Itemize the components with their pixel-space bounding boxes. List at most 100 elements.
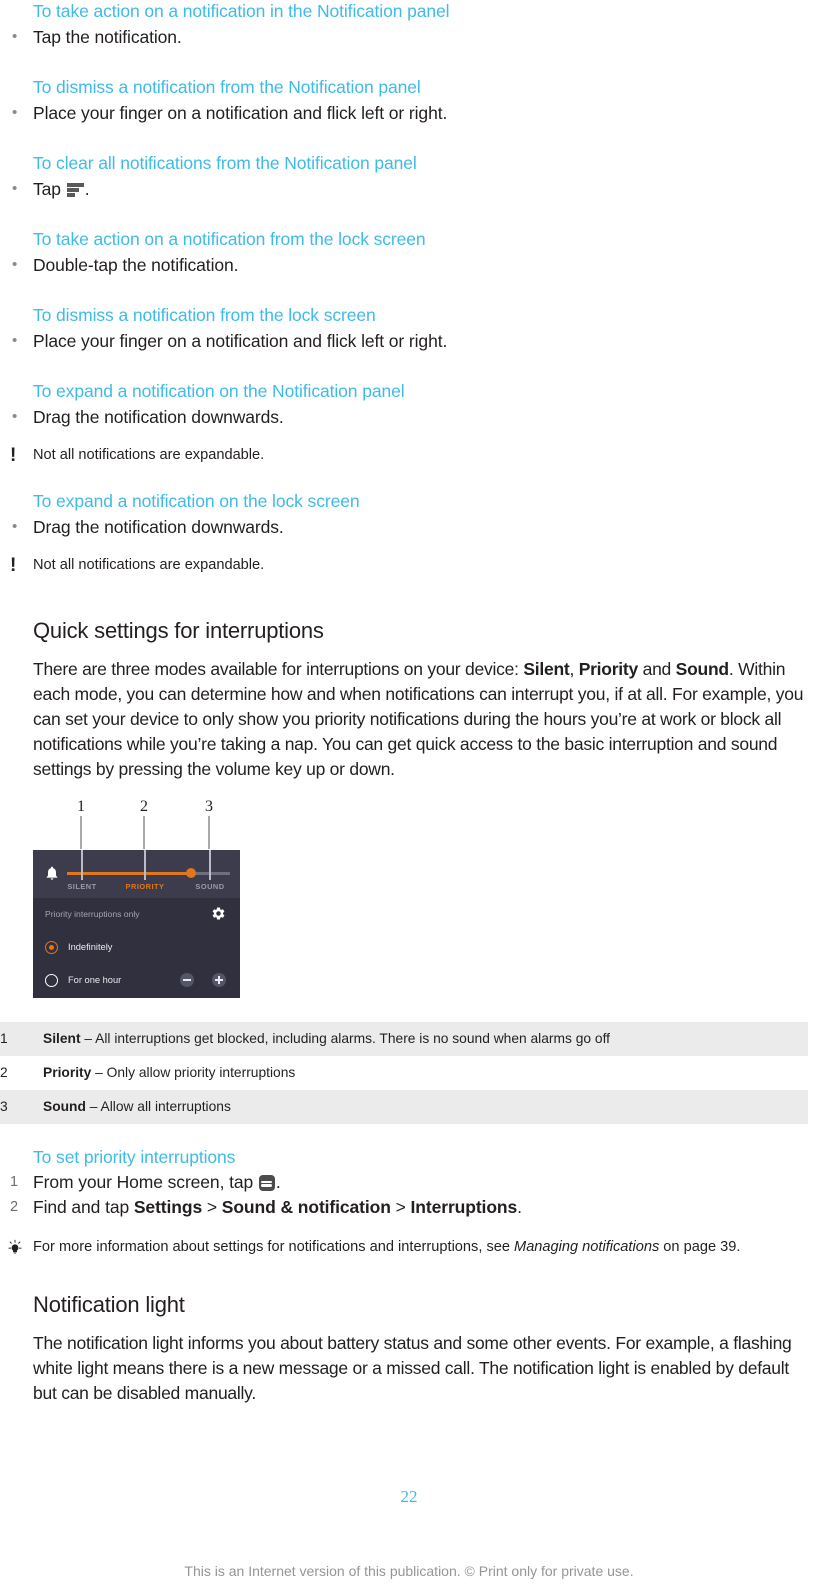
mode-label-silent[interactable]: SILENT xyxy=(67,882,96,891)
priority-summary-row: Priority interruptions only xyxy=(33,898,240,932)
procedure-title: To set priority interruptions xyxy=(33,1147,236,1167)
row-desc-text: – All interruptions get blocked, includi… xyxy=(80,1031,611,1046)
radio-indefinitely[interactable] xyxy=(45,941,58,954)
exclamation-icon: ! xyxy=(10,445,17,466)
procedure-dismiss-lock: To dismiss a notification from the lock … xyxy=(0,304,808,354)
minus-circle-icon[interactable] xyxy=(180,973,194,987)
procedure-expand-lock: To expand a notification on the lock scr… xyxy=(0,490,808,578)
interruption-slider-track[interactable] xyxy=(67,868,230,879)
table-row: 1 Silent – All interruptions get blocked… xyxy=(0,1022,808,1056)
mode-label-sound[interactable]: SOUND xyxy=(195,882,224,891)
bullet-marker: • xyxy=(12,408,18,425)
bullet-marker: • xyxy=(12,518,18,535)
row-desc-text: – Allow all interruptions xyxy=(85,1099,231,1114)
callout-guide-3 xyxy=(209,850,211,880)
interruption-slider-knob[interactable] xyxy=(185,868,196,879)
document-page: To take action on a notification in the … xyxy=(0,0,818,1590)
menu-interruptions: Interruptions xyxy=(410,1197,518,1217)
bullet-item: • Tap . xyxy=(0,176,808,202)
bullet-marker: • xyxy=(12,104,18,121)
callout-guide-1 xyxy=(81,850,83,880)
bullet-text: Double-tap the notification. xyxy=(33,255,239,275)
exclamation-icon: ! xyxy=(10,555,17,576)
footer-note: This is an Internet version of this publ… xyxy=(184,1563,634,1579)
mode-label-priority[interactable]: PRIORITY xyxy=(126,882,165,891)
mode-labels: SILENT PRIORITY SOUND xyxy=(33,882,240,894)
radio-for-one-hour[interactable] xyxy=(45,974,58,987)
callout-leader-line xyxy=(208,816,210,849)
step-text: From your Home screen, tap . xyxy=(33,1170,281,1195)
legend-table: 1 Silent – All interruptions get blocked… xyxy=(0,1022,808,1124)
numbered-step-2: 2 Find and tap Settings > Sound & notifi… xyxy=(0,1195,808,1220)
procedure-expand-panel: To expand a notification on the Notifica… xyxy=(0,380,808,468)
tip-text: For more information about settings for … xyxy=(33,1236,740,1258)
bell-icon xyxy=(46,866,58,880)
interruption-options-panel: Priority interruptions only Indefinitely… xyxy=(33,898,240,998)
menu-sound-notification: Sound & notification xyxy=(221,1197,391,1217)
row-number: 2 xyxy=(0,1065,8,1080)
menu-separator: > xyxy=(390,1197,411,1217)
notification-light-body: The notification light informs you about… xyxy=(33,1333,792,1403)
bullet-text: Drag the notification downwards. xyxy=(33,407,284,427)
mode-sound: Sound xyxy=(675,659,729,679)
option-indefinitely[interactable]: Indefinitely xyxy=(33,932,240,965)
procedure-take-action-lock: To take action on a notification from th… xyxy=(0,228,808,278)
body-part: There are three modes available for inte… xyxy=(33,659,524,679)
procedure-title: To dismiss a notification from the lock … xyxy=(33,305,376,325)
bullet-text-suffix: . xyxy=(84,179,90,199)
bullet-item: • Place your finger on a notification an… xyxy=(0,328,808,354)
note-block: ! Not all notifications are expandable. xyxy=(0,554,808,578)
plus-circle-icon[interactable] xyxy=(212,973,226,987)
row-description: Priority – Only allow priority interrupt… xyxy=(43,1056,808,1090)
table-row: 3 Sound – Allow all interruptions xyxy=(0,1090,808,1124)
gear-icon[interactable] xyxy=(211,906,226,921)
procedure-dismiss-panel: To dismiss a notification from the Notif… xyxy=(0,76,808,126)
row-description: Silent – All interruptions get blocked, … xyxy=(43,1022,808,1056)
procedure-set-priority-interruptions: To set priority interruptions 1 From you… xyxy=(0,1146,808,1262)
callout-guide-2 xyxy=(144,850,146,880)
procedure-title: To take action on a notification from th… xyxy=(33,229,426,249)
step-text-suffix: . xyxy=(275,1172,281,1192)
procedure-take-action-panel: To take action on a notification in the … xyxy=(0,0,808,50)
tip-reference-title: Managing notifications xyxy=(514,1239,660,1255)
callout-2: 2 xyxy=(134,798,154,849)
tip-block: For more information about settings for … xyxy=(0,1236,808,1262)
bullet-marker: • xyxy=(12,180,18,197)
procedure-title: To clear all notifications from the Noti… xyxy=(33,153,417,173)
table-row: 2 Priority – Only allow priority interru… xyxy=(0,1056,808,1090)
row-number: 3 xyxy=(0,1090,43,1124)
quick-settings-body: There are three modes available for inte… xyxy=(33,657,805,782)
bullet-marker: • xyxy=(12,332,18,349)
bullet-item: • Tap the notification. xyxy=(0,24,808,50)
row-term: Priority xyxy=(43,1065,92,1080)
row-term: Silent xyxy=(43,1031,81,1046)
procedure-title: To expand a notification on the lock scr… xyxy=(33,491,360,511)
callout-1: 1 xyxy=(71,798,91,849)
step-text: Find and tap Settings > Sound & notifica… xyxy=(33,1195,522,1220)
step-text-prefix: From your Home screen, tap xyxy=(33,1172,254,1192)
bullet-text-prefix: Tap xyxy=(33,179,61,199)
bullet-text: Tap the notification. xyxy=(33,27,182,47)
callout-number: 3 xyxy=(205,798,213,815)
step-text-prefix: Find and tap xyxy=(33,1197,134,1217)
option-for-one-hour[interactable]: For one hour xyxy=(33,965,240,998)
callout-3: 3 xyxy=(199,798,219,849)
procedure-title: To take action on a notification in the … xyxy=(33,1,450,21)
section-heading-quick-settings: Quick settings for interruptions xyxy=(33,618,324,643)
bullet-item: • Place your finger on a notification an… xyxy=(0,100,808,126)
priority-summary-label: Priority interruptions only xyxy=(45,909,140,919)
tip-text-prefix: For more information about settings for … xyxy=(33,1239,515,1255)
option-label: For one hour xyxy=(68,975,122,985)
mode-silent: Silent xyxy=(523,659,570,679)
bullet-item: • Drag the notification downwards. xyxy=(0,404,808,430)
bullet-marker: • xyxy=(12,256,18,273)
note-block: ! Not all notifications are expandable. xyxy=(0,444,808,468)
bullet-text: Tap . xyxy=(33,176,90,202)
